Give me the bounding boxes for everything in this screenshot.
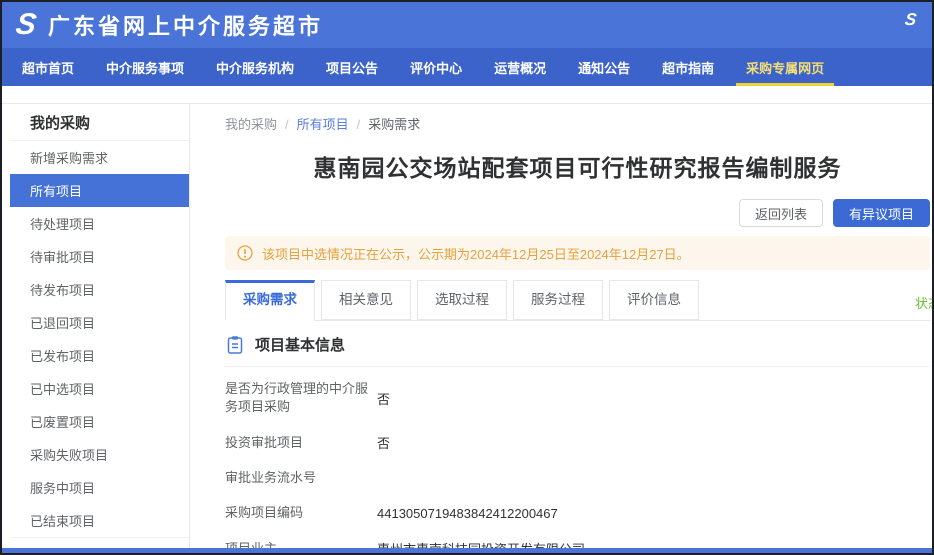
alert-text: 该项目中选情况正在公示，公示期为2024年12月25日至2024年12月27日。 bbox=[262, 244, 690, 263]
nav-item-home[interactable]: 超市首页 bbox=[6, 48, 90, 86]
tab-bar: 采购需求 相关意见 选取过程 服务过程 评价信息 状态 bbox=[225, 280, 930, 321]
field-label-approval-serial-number: 审批业务流水号 bbox=[225, 469, 375, 487]
sidebar-item-in-service[interactable]: 服务中项目 bbox=[10, 471, 189, 504]
tab-service-process[interactable]: 服务过程 bbox=[513, 280, 603, 320]
main-panel: 我的采购 / 所有项目 / 采购需求 惠南园公交场站配套项目可行性研究报告编制服务 返回… bbox=[190, 104, 932, 548]
sidebar-item-abandoned[interactable]: 已废置项目 bbox=[10, 405, 189, 438]
main-nav: 超市首页 中介服务事项 中介服务机构 项目公告 评价中心 运营概况 通知公告 超… bbox=[2, 48, 932, 86]
sidebar-item-new-procurement[interactable]: 新增采购需求 bbox=[10, 141, 189, 174]
sidebar-item-published[interactable]: 已发布项目 bbox=[10, 339, 189, 372]
sidebar-item-pending-approval[interactable]: 待审批项目 bbox=[10, 240, 189, 273]
field-value-project-code: 4413050719483842412200467 bbox=[377, 506, 558, 521]
field-label-project-code: 采购项目编码 bbox=[225, 504, 375, 522]
breadcrumb-separator: / bbox=[285, 117, 289, 132]
section-basic-info-header: 项目基本信息 bbox=[225, 334, 930, 367]
nav-item-project-announcements[interactable]: 项目公告 bbox=[310, 48, 394, 86]
footer-bar bbox=[2, 548, 932, 553]
publicity-alert: 该项目中选情况正在公示，公示期为2024年12月25日至2024年12月27日。 bbox=[225, 236, 930, 270]
tab-selection-process[interactable]: 选取过程 bbox=[417, 280, 507, 320]
dispute-project-button[interactable]: 有异议项目 bbox=[833, 199, 930, 227]
sidebar-section-my-profile: 我的资料 bbox=[10, 537, 189, 548]
sidebar-item-finished[interactable]: 已结束项目 bbox=[10, 504, 189, 537]
nav-item-notices[interactable]: 通知公告 bbox=[562, 48, 646, 86]
section-title: 项目基本信息 bbox=[255, 334, 345, 355]
field-label-project-owner: 项目业主 bbox=[225, 540, 375, 549]
field-row: 审批业务流水号 bbox=[225, 469, 930, 487]
sidebar-item-pending-projects[interactable]: 待处理项目 bbox=[10, 207, 189, 240]
field-value-project-owner: 惠州市惠南科技园投资开发有限公司 bbox=[377, 539, 585, 548]
field-value-admin-intermediary: 否 bbox=[377, 389, 390, 408]
app-window: S 广东省网上中介服务超市 S 超市首页 中介服务事项 中介服务机构 项目公告 … bbox=[0, 0, 934, 555]
warning-icon bbox=[237, 245, 253, 261]
action-buttons: 返回列表 有异议项目 bbox=[225, 199, 930, 227]
breadcrumb-all-projects[interactable]: 所有项目 bbox=[297, 117, 349, 132]
sidebar-item-selected-projects[interactable]: 已中选项目 bbox=[10, 372, 189, 405]
site-logo-icon: S bbox=[14, 10, 38, 40]
breadcrumb: 我的采购 / 所有项目 / 采购需求 bbox=[225, 104, 930, 133]
content-area: 我的采购 新增采购需求 所有项目 待处理项目 待审批项目 待发布项目 已退回项目… bbox=[2, 103, 932, 548]
corner-logo-icon: S bbox=[903, 10, 917, 30]
site-header: S 广东省网上中介服务超市 S bbox=[2, 2, 932, 48]
status-link[interactable]: 状态 bbox=[915, 293, 932, 312]
fields-list: 是否为行政管理的中介服务项目采购 否 投资审批项目 否 审批业务流水号 采购项目… bbox=[225, 380, 930, 548]
field-label-admin-intermediary: 是否为行政管理的中介服务项目采购 bbox=[225, 380, 375, 416]
tab-evaluation-info[interactable]: 评价信息 bbox=[609, 280, 699, 320]
sidebar-item-all-projects[interactable]: 所有项目 bbox=[10, 174, 189, 207]
breadcrumb-my-procurement[interactable]: 我的采购 bbox=[225, 117, 277, 132]
nav-item-procurement-page[interactable]: 采购专属网页 bbox=[730, 48, 840, 86]
clipboard-icon bbox=[225, 335, 245, 355]
breadcrumb-separator: / bbox=[357, 117, 361, 132]
breadcrumb-current: 采购需求 bbox=[368, 117, 420, 132]
sidebar: 我的采购 新增采购需求 所有项目 待处理项目 待审批项目 待发布项目 已退回项目… bbox=[10, 104, 190, 548]
field-row: 采购项目编码 4413050719483842412200467 bbox=[225, 504, 930, 522]
tab-procurement-demand[interactable]: 采购需求 bbox=[225, 280, 315, 321]
field-row: 项目业主 惠州市惠南科技园投资开发有限公司 bbox=[225, 539, 930, 548]
field-value-investment-approval: 否 bbox=[377, 433, 390, 452]
sidebar-item-returned[interactable]: 已退回项目 bbox=[10, 306, 189, 339]
sidebar-item-pending-publish[interactable]: 待发布项目 bbox=[10, 273, 189, 306]
nav-item-evaluation-center[interactable]: 评价中心 bbox=[394, 48, 478, 86]
sidebar-section-my-procurement: 我的采购 bbox=[10, 104, 189, 141]
page-title: 惠南园公交场站配套项目可行性研究报告编制服务 bbox=[225, 149, 930, 183]
back-to-list-button[interactable]: 返回列表 bbox=[739, 199, 823, 227]
field-label-investment-approval: 投资审批项目 bbox=[225, 434, 375, 452]
field-row: 投资审批项目 否 bbox=[225, 433, 930, 452]
sidebar-item-failed[interactable]: 采购失败项目 bbox=[10, 438, 189, 471]
tab-related-opinions[interactable]: 相关意见 bbox=[321, 280, 411, 320]
site-title: 广东省网上中介服务超市 bbox=[48, 9, 323, 41]
nav-item-service-matters[interactable]: 中介服务事项 bbox=[90, 48, 200, 86]
nav-item-service-agencies[interactable]: 中介服务机构 bbox=[200, 48, 310, 86]
nav-item-market-guide[interactable]: 超市指南 bbox=[646, 48, 730, 86]
nav-item-operation-overview[interactable]: 运营概况 bbox=[478, 48, 562, 86]
field-row: 是否为行政管理的中介服务项目采购 否 bbox=[225, 380, 930, 416]
